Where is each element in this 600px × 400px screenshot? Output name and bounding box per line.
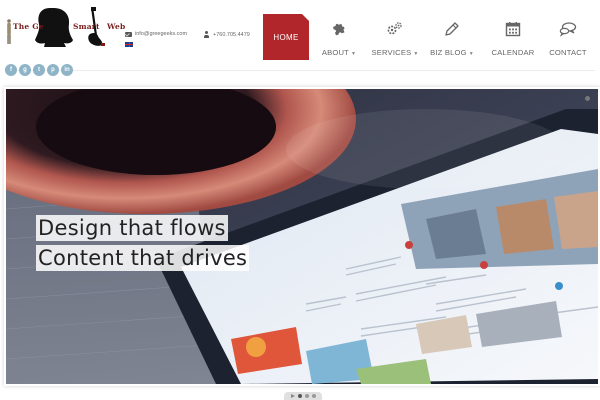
puzzle-icon [331,18,347,40]
twitter-icon[interactable]: t [33,64,45,76]
nav-services-label: SERVICES [371,48,412,57]
slider-pager [284,392,322,400]
chevron-down-icon: ▼ [413,51,419,57]
linkedin-icon[interactable]: in [61,64,73,76]
slider-indicator-dot[interactable] [585,96,590,101]
speech-bubbles-icon [559,18,577,40]
chevron-down-icon: ▼ [468,51,474,57]
facebook-icon[interactable]: f [5,64,17,76]
nav-calendar-label: CALENDAR [491,48,535,57]
gears-icon [386,18,404,40]
pager-dot-2[interactable] [304,394,309,398]
contact-email[interactable]: info@greegeeks.com [135,31,187,37]
pager-dot-3[interactable] [311,394,316,398]
calendar-icon [505,18,521,40]
nav-about-label: ABOUT [321,48,349,57]
uk-flag-icon[interactable] [125,42,133,47]
hero-headline-line2: Content that drives [36,245,250,271]
contact-phone-block: +760.705.4479 [203,31,250,38]
site-logo[interactable]: The Ge Smart Web [4,4,126,50]
social-links: f g t p in [5,64,73,76]
nav-contact-label: CONTACT [549,48,587,57]
google-plus-icon[interactable]: g [19,64,31,76]
hero-headline-line1: Design that flows [36,215,228,241]
nav-contact[interactable]: CONTACT [545,14,591,60]
header-divider [5,70,595,71]
logo-text-part3: Web [107,22,126,31]
logo-text-part1: The Ge [13,22,44,31]
mail-icon [125,31,132,37]
pinterest-icon[interactable]: p [47,64,59,76]
contact-email-block: info@greegeeks.com [125,31,187,37]
nav-services[interactable]: SERVICES ▼ [369,14,421,60]
chevron-down-icon: ▼ [351,51,357,57]
nav-calendar[interactable]: CALENDAR [488,14,538,60]
nav-blog[interactable]: BIZ BLOG ▼ [427,14,477,60]
nav-home-label: HOME [273,32,299,42]
logo-text-part2: Smart [73,22,100,31]
pen-icon [444,18,460,40]
play-icon[interactable] [290,394,295,398]
contact-phone[interactable]: +760.705.4479 [213,32,250,38]
nav-home[interactable]: HOME [263,14,309,60]
pager-dot-1[interactable] [297,394,302,398]
person-icon [203,31,209,38]
nav-blog-label: BIZ BLOG [430,48,467,57]
hero-slider[interactable]: Design that flows Content that drives [6,89,598,384]
nav-about[interactable]: ABOUT ▼ [319,14,359,60]
main-nav: HOME ABOUT ▼ SERVICES ▼ BIZ BLOG ▼ CALEN… [263,14,591,60]
